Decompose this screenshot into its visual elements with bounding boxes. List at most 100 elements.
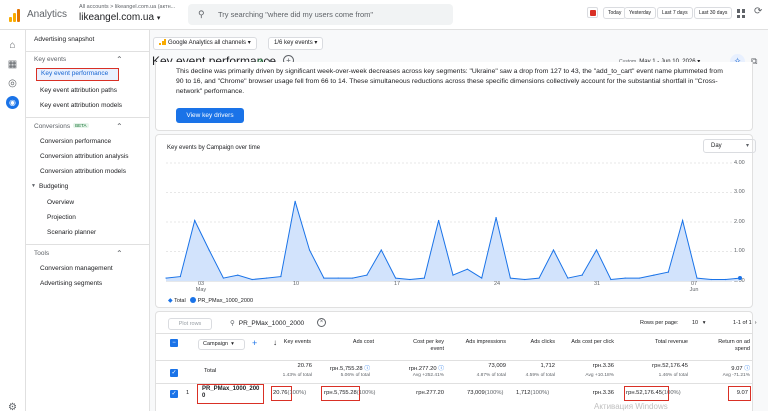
data-point[interactable]: [466, 268, 468, 270]
page-count: 1-1 of 1 ›: [733, 320, 757, 326]
data-point[interactable]: [595, 249, 598, 251]
data-point[interactable]: [323, 277, 325, 279]
search-icon: ⚲: [230, 320, 235, 327]
data-point[interactable]: [524, 278, 526, 281]
x-tick-label: 07 Jun: [684, 281, 704, 293]
row-index: 1: [186, 390, 190, 396]
plot-rows-button[interactable]: Plot rows: [168, 318, 212, 330]
data-point[interactable]: [308, 249, 311, 251]
x-tick-label: 24: [487, 281, 507, 287]
total-ads-cost-sub: 5.06% of total: [340, 373, 370, 378]
data-point[interactable]: [294, 200, 296, 202]
data-point[interactable]: [351, 277, 354, 279]
total-label: Total: [204, 368, 217, 374]
data-point[interactable]: [710, 278, 712, 281]
data-point[interactable]: [395, 277, 397, 279]
info-icon[interactable]: ⓘ: [438, 366, 444, 372]
data-point[interactable]: [624, 277, 626, 279]
data-point[interactable]: [251, 278, 253, 281]
row-impressions-pct: (100%): [484, 390, 504, 396]
column-header-ads-cost[interactable]: Ads cost: [330, 339, 374, 346]
data-point[interactable]: [552, 249, 555, 251]
info-icon[interactable]: ⓘ: [364, 366, 370, 372]
series-line[interactable]: [165, 201, 741, 281]
data-point[interactable]: [682, 219, 684, 222]
x-tick-month: May: [195, 287, 207, 293]
row-ads-cost: грн.5,755.28(100%): [324, 390, 375, 396]
row-checkbox[interactable]: ✓: [170, 390, 178, 398]
data-point[interactable]: [581, 274, 583, 276]
divider: [156, 333, 752, 334]
column-header-ads-impressions[interactable]: Ads impressions: [460, 339, 506, 346]
row-cost-per-key-event: грн.277.20: [416, 390, 444, 396]
data-point[interactable]: [165, 277, 167, 279]
windows-activation-watermark: Активация Windows: [594, 402, 668, 411]
data-point[interactable]: [481, 277, 483, 279]
column-header-ads-clicks[interactable]: Ads clicks: [515, 339, 555, 346]
info-icon[interactable]: ⓘ: [744, 366, 750, 372]
data-point[interactable]: [452, 274, 454, 276]
clear-search-icon[interactable]: ×: [317, 318, 326, 327]
data-point[interactable]: [409, 278, 411, 281]
diamond-icon: ◆: [168, 298, 173, 304]
x-tick-day: 17: [393, 281, 401, 287]
x-tick-day: 24: [493, 281, 501, 287]
legend-total[interactable]: Total: [174, 298, 186, 304]
total-clicks: 1,712: [540, 363, 555, 369]
table-search-value: PR_PMax_1000_2000: [238, 320, 305, 327]
select-all-checkbox[interactable]: −: [170, 339, 178, 347]
column-header-key-events[interactable]: Key events: [279, 339, 311, 346]
sort-arrow-icon[interactable]: ↓: [273, 338, 277, 347]
data-point[interactable]: [495, 216, 497, 219]
data-point[interactable]: [667, 271, 669, 273]
data-point[interactable]: [567, 277, 569, 279]
column-header-ads-cost-per-click[interactable]: Ads cost per click: [570, 339, 614, 346]
data-point[interactable]: [237, 274, 239, 276]
data-point[interactable]: [366, 274, 368, 276]
data-point[interactable]: [423, 277, 425, 279]
total-key-events: 20.76: [297, 363, 312, 369]
row-key-events-value: 20.76: [273, 390, 288, 396]
row-key-events-pct: (100%): [287, 390, 307, 396]
total-row-checkbox[interactable]: ✓: [170, 369, 178, 377]
data-point[interactable]: [509, 277, 511, 279]
row-key-events: 20.76(100%): [273, 390, 306, 396]
column-header-roas[interactable]: Return on ad spend: [702, 339, 750, 353]
total-clicks-sub: 4.59% of total: [525, 373, 555, 378]
data-point[interactable]: [653, 274, 655, 276]
rows-per-page-select[interactable]: 10 ▾: [692, 320, 705, 326]
data-point[interactable]: [696, 277, 698, 279]
rows-per-page-value: 10: [692, 320, 699, 326]
data-point[interactable]: [738, 276, 742, 281]
total-cpc: грн.3.36: [592, 363, 614, 369]
data-point[interactable]: [265, 277, 268, 279]
data-point[interactable]: [725, 278, 727, 281]
column-header-cost-per-key-event[interactable]: Cost per key event: [400, 339, 444, 353]
data-point[interactable]: [638, 277, 641, 279]
data-point[interactable]: [610, 278, 612, 281]
total-revenue-sub: 1.46% of total: [658, 373, 688, 378]
total-cpc-sub: Avg +10.18%: [585, 373, 614, 378]
legend-series[interactable]: PR_PMax_1000_2000: [198, 298, 253, 304]
row-campaign-link[interactable]: PR_PMax_1000_2000: [202, 386, 262, 400]
add-dimension-icon[interactable]: +: [252, 338, 257, 348]
total-cpk-value: грн.277.20: [408, 366, 437, 372]
total-roas-value: 9.07: [731, 366, 743, 372]
data-point[interactable]: [380, 249, 382, 251]
rows-per-page-label: Rows per page:: [640, 320, 679, 326]
x-tick-label: 10: [286, 281, 306, 287]
dimension-dropdown[interactable]: Campaign ▾: [198, 339, 245, 350]
data-point[interactable]: [280, 275, 282, 278]
row-impressions: 73,009(100%): [467, 390, 503, 396]
data-point[interactable]: [179, 275, 181, 278]
data-point[interactable]: [337, 277, 339, 279]
row-ads-cost-value: грн.5,755.28: [324, 390, 357, 396]
data-point[interactable]: [194, 219, 196, 222]
column-header-total-revenue[interactable]: Total revenue: [630, 339, 688, 346]
data-point[interactable]: [222, 277, 224, 279]
data-point[interactable]: [438, 219, 440, 222]
table-search[interactable]: ⚲ PR_PMax_1000_2000: [230, 319, 304, 327]
data-point[interactable]: [538, 277, 540, 279]
data-point[interactable]: [208, 249, 210, 251]
series-dot: [189, 297, 196, 303]
